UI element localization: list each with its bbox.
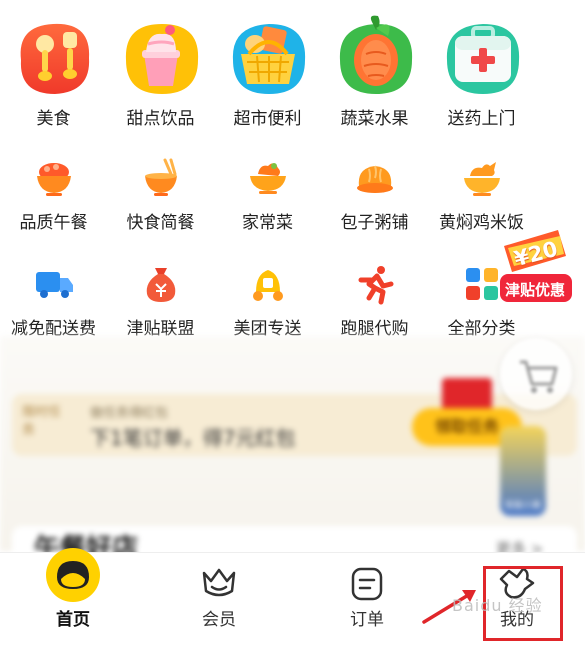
category-subsidy-alliance[interactable]: 津贴联盟 [107,262,214,344]
category-supermarket[interactable]: 超市便利 [214,10,321,130]
category-label: 送药上门 [447,109,516,129]
robot-label: 智能小美 [504,501,541,511]
category-vegetables[interactable]: 蔬菜水果 [321,10,428,130]
rice-bowl-icon [36,163,71,196]
cart-icon [520,360,558,393]
category-label: 甜点饮品 [126,109,195,129]
category-home-dishes[interactable]: 家常菜 [214,156,321,238]
dessert-drink-icon [125,24,198,94]
category-bun-porridge[interactable]: 包子粥铺 [321,156,428,238]
big-category-grid: 美食 甜点饮品 超市便利 蔬菜水果 送药上门 [0,10,585,130]
task-tag: 限时任务 [22,405,62,438]
delivery-truck-icon [35,272,73,298]
braised-chicken-icon [463,162,500,196]
all-categories-icon [465,268,498,300]
task-envelope-icon [442,378,492,412]
tab-label: 订单 [350,610,384,630]
category-label: 蔬菜水果 [340,109,409,129]
category-errand-service[interactable]: 跑腿代购 [321,262,428,344]
category-meituan-delivery[interactable]: 美团专送 [214,262,321,344]
home-face-icon [46,548,100,602]
task-title: 做任务得红包 [90,406,169,421]
category-quick-meal[interactable]: 快食简餐 [107,156,214,238]
tab-label: 首页 [56,610,90,630]
order-icon [351,567,383,601]
tab-orders[interactable]: 订单 [294,553,440,652]
tab-member[interactable]: 会员 [146,553,292,652]
category-medicine[interactable]: 送药上门 [428,10,535,130]
tab-home[interactable]: 首页 [0,548,146,652]
subsidy-label: 津贴优惠 [504,281,565,299]
crown-icon [202,568,236,597]
money-bag-icon [146,268,175,302]
category-label: 家常菜 [242,213,293,233]
runner-icon [358,266,393,305]
category-quality-lunch[interactable]: 品质午餐 [0,156,107,238]
vegetable-fruit-icon [339,15,412,94]
scooter-icon [252,270,283,301]
promo-section: 限时任务 做任务得红包 下1笔订单，得7元红包 领取任务 智能小美 午餐好店 更… [0,336,585,564]
medicine-kit-icon [446,24,519,94]
category-label: 快食简餐 [126,213,195,233]
cart-button[interactable] [500,338,572,410]
subsidy-floating-badge[interactable]: ¥20 津贴优惠 [498,226,572,304]
category-label: 品质午餐 [19,213,88,233]
task-description: 下1笔订单，得7元红包 [90,426,296,450]
noodle-bowl-icon [144,158,177,196]
category-dessert[interactable]: 甜点饮品 [107,10,214,130]
supermarket-basket-icon [232,24,305,94]
category-label: 超市便利 [233,109,302,129]
category-free-delivery[interactable]: 减免配送费 [0,262,107,344]
category-food[interactable]: 美食 [0,10,107,130]
robot-assistant-icon[interactable]: 智能小美 [500,426,546,516]
meal-utensils-icon [20,23,89,94]
bun-icon [356,165,393,193]
app-screen: 美食 甜点饮品 超市便利 蔬菜水果 送药上门 品质午餐 快食简餐 家常菜 包子粥… [0,0,585,652]
tab-label: 会员 [202,610,236,630]
dish-icon [249,163,286,194]
category-label: 美食 [36,109,71,129]
category-label: 包子粥铺 [340,213,409,233]
watermark: Baidu 经验 [452,596,543,615]
task-banner[interactable]: 限时任务 做任务得红包 下1笔订单，得7元红包 领取任务 [12,378,577,456]
